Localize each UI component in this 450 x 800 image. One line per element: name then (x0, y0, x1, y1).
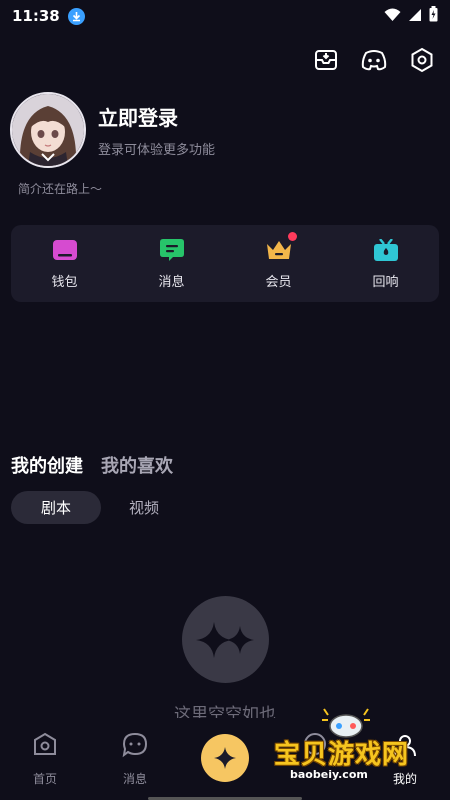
nav-create[interactable] (190, 732, 260, 782)
quick-item-echo[interactable]: 回响 (346, 238, 426, 290)
tab-created[interactable]: 我的创建 (11, 452, 83, 478)
gift-icon (373, 238, 399, 262)
subtabs: 剧本 视频 (11, 491, 159, 524)
status-time: 11:38 (12, 7, 60, 25)
bio-text: 简介还在路上～ (18, 182, 103, 196)
compass-icon (302, 732, 328, 762)
chat-icon (122, 732, 148, 762)
home-icon (32, 732, 58, 762)
header-actions (310, 44, 438, 76)
nav-discover[interactable] (280, 732, 350, 762)
empty-state-text: 这里空空如也 (174, 705, 276, 718)
user-icon (392, 732, 418, 762)
nav-label: 消息 (122, 772, 147, 786)
message-icon (159, 238, 185, 262)
subtab-video[interactable]: 视频 (129, 497, 159, 518)
quick-item-label: 钱包 (51, 274, 78, 290)
status-bar: 11:38 (0, 0, 450, 32)
inbox-icon[interactable] (310, 44, 342, 76)
nav-home[interactable]: 首页 (10, 732, 80, 787)
nav-messages[interactable]: 消息 (100, 732, 170, 787)
settings-icon[interactable] (406, 44, 438, 76)
nav-mine[interactable]: 我的 (370, 732, 440, 787)
discord-icon[interactable] (358, 44, 390, 76)
quick-actions-card: 钱包 消息 会员 回响 (11, 225, 439, 302)
wifi-icon (384, 7, 401, 26)
signal-icon (408, 7, 422, 26)
quick-item-label: 会员 (265, 274, 292, 290)
login-title[interactable]: 立即登录 (98, 102, 215, 131)
subtab-script[interactable]: 剧本 (11, 491, 101, 524)
battery-icon (429, 6, 438, 26)
quick-item-vip[interactable]: 会员 (239, 231, 319, 290)
crown-icon (266, 231, 297, 262)
tab-liked[interactable]: 我的喜欢 (101, 452, 173, 478)
download-icon (67, 7, 85, 25)
empty-sparkle-icon (182, 596, 269, 683)
quick-item-message[interactable]: 消息 (132, 238, 212, 290)
notification-badge (287, 231, 297, 241)
quick-item-label: 回响 (372, 274, 399, 290)
nav-label: 首页 (32, 772, 57, 786)
sparkle-icon (201, 734, 249, 782)
profile-header[interactable]: 立即登录 登录可体验更多功能 (10, 92, 215, 168)
wallet-icon (52, 238, 78, 262)
profile-text: 立即登录 登录可体验更多功能 (98, 102, 215, 158)
quick-item-label: 消息 (158, 274, 185, 290)
quick-item-wallet[interactable]: 钱包 (25, 238, 105, 290)
nav-label: 我的 (392, 772, 417, 786)
bottom-nav: 首页 消息 我的 (0, 718, 450, 800)
login-subtitle: 登录可体验更多功能 (98, 143, 216, 158)
avatar[interactable] (10, 92, 86, 168)
content-tabs: 我的创建 我的喜欢 (11, 452, 173, 478)
